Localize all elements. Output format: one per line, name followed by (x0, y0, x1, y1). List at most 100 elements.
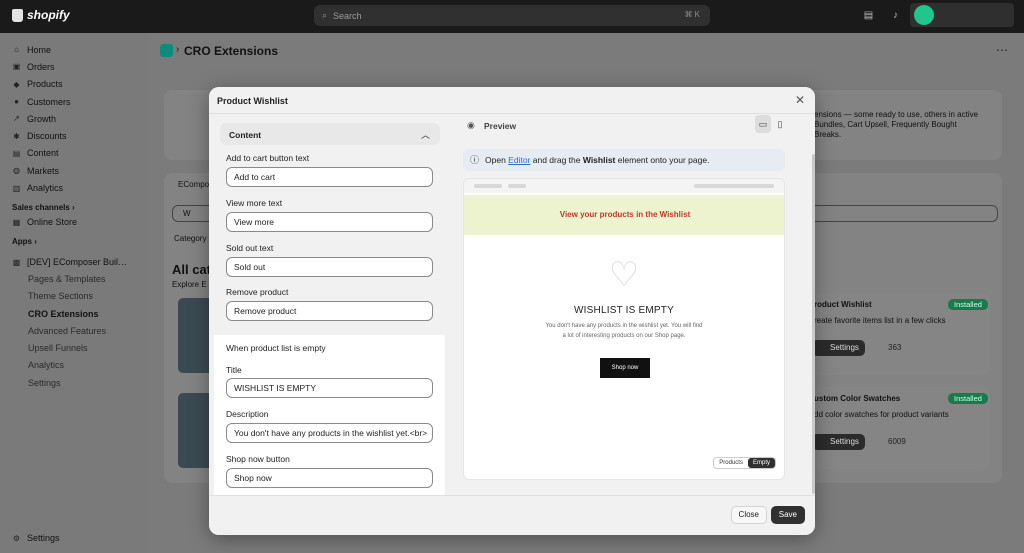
add-to-cart-label: Add to cart button text (226, 153, 310, 163)
sidebar-item-label: Orders (27, 61, 55, 72)
sidebar: ⌂ Home ▣ Orders ◆ Products ● Customers ↗ Grow… (0, 33, 148, 553)
sidebar-subitem-pages[interactable]: Pages & Templates (0, 271, 148, 288)
sidebar-item-discounts[interactable]: ✱ Discounts (0, 127, 148, 144)
wishlist-empty-preview: WISHLIST IS EMPTY You don't have any pro… (528, 293, 720, 388)
remove-product-input[interactable]: Remove product (226, 301, 433, 321)
gear-icon: ⚙ (12, 533, 21, 543)
sales-channels-heading[interactable]: Sales channels › (0, 197, 148, 214)
growth-icon: ↗ (13, 114, 20, 124)
sidebar-subitem-analytics[interactable]: Analytics (0, 357, 148, 374)
sidebar-item-label: Products (27, 79, 63, 90)
card-product-wishlist[interactable]: roduct Wishlist Installed reate favorite… (808, 293, 990, 375)
sidebar-subitem-cro-extensions[interactable]: CRO Extensions (0, 306, 148, 323)
sidebar-item-home[interactable]: ⌂ Home (0, 41, 148, 58)
info-suffix: element onto your page. (617, 155, 710, 165)
explore-text: Explore E (172, 280, 207, 289)
modal-header: Product Wishlist ✕ (209, 87, 815, 114)
sidebar-item-label: Content (27, 148, 59, 159)
modal-title: Product Wishlist (217, 96, 288, 106)
toggle-empty[interactable]: Empty (747, 458, 775, 468)
empty-description: You don't have any products in the wishl… (545, 323, 703, 339)
sidebar-subitem-theme-sections[interactable]: Theme Sections (0, 288, 148, 305)
shop-now-button[interactable]: Shop now (600, 358, 650, 378)
wishlist-banner: View your products in the Wishlist (464, 195, 784, 235)
sidebar-item-markets[interactable]: ◍ Markets (0, 162, 148, 179)
search-icon: ⌕ (322, 10, 328, 20)
app-icon: ▩ (12, 257, 21, 267)
page-title: CRO Extensions (184, 44, 279, 58)
install-count: 363 (888, 343, 902, 352)
mobile-icon[interactable]: ▯ (772, 115, 788, 133)
desktop-icon[interactable]: ▭ (755, 115, 771, 133)
top-bar: shopify ⌕ Search ⌘ K ▤ ♪ (0, 0, 1024, 33)
sidebar-item-content[interactable]: ▤ Content (0, 145, 148, 162)
empty-title: WISHLIST IS EMPTY (574, 305, 674, 316)
view-more-label: View more text (226, 198, 283, 208)
search-shortcut: ⌘ K (684, 10, 700, 19)
card-custom-color-swatches[interactable]: ustom Color Swatches Installed dd color … (808, 387, 990, 469)
sidebar-item-analytics[interactable]: ▥ Analytics (0, 179, 148, 196)
discounts-icon: ✱ (13, 131, 20, 141)
search-input[interactable]: ⌕ Search ⌘ K (314, 5, 710, 26)
browser-pill (694, 184, 774, 188)
customers-icon: ● (14, 97, 19, 107)
card-description: reate favorite items list in a few click… (814, 316, 946, 325)
tab-ecomposer[interactable]: ECompo (178, 180, 209, 190)
sidebar-app-ecomposer[interactable]: ▩ [DEV] EComposer Buil… (0, 254, 148, 271)
shopify-logo[interactable]: shopify (12, 8, 70, 22)
info-middle: and drag the (532, 155, 581, 165)
card-settings-button[interactable]: Settings (812, 434, 865, 450)
editor-link[interactable]: Editor (508, 155, 530, 165)
card-settings-button[interactable]: Settings (812, 340, 865, 356)
heart-icon: ♡ (608, 256, 640, 294)
content-section-toggle[interactable]: Content ︿ (220, 123, 440, 145)
empty-state-settings: When product list is empty Title WISHLIS… (214, 335, 445, 495)
browser-pill (508, 184, 526, 188)
info-prefix: Open (485, 155, 506, 165)
sidebar-subitem-advanced-features[interactable]: Advanced Features (0, 323, 148, 340)
shopify-bag-icon (12, 8, 23, 22)
sidebar-item-customers[interactable]: ● Customers (0, 93, 148, 110)
store-icon[interactable]: ▤ (863, 10, 874, 21)
title-label: Title (226, 365, 242, 375)
sidebar-item-orders[interactable]: ▣ Orders (0, 58, 148, 75)
title-input[interactable]: WISHLIST IS EMPTY (226, 378, 433, 398)
app-logo-icon (160, 44, 173, 57)
more-actions-icon[interactable]: ⋯ (996, 43, 1008, 57)
shop-now-input[interactable]: Shop now (226, 468, 433, 488)
sidebar-subitem-upsell-funnels[interactable]: Upsell Funnels (0, 340, 148, 357)
close-button[interactable]: Close (730, 506, 767, 524)
add-to-cart-input[interactable]: Add to cart (226, 167, 433, 187)
page-header: › CRO Extensions ⋯ (148, 33, 1024, 68)
sidebar-item-label: Online Store (27, 217, 78, 228)
account-menu[interactable] (910, 3, 1014, 27)
sold-out-input[interactable]: Sold out (226, 257, 433, 277)
sidebar-item-products[interactable]: ◆ Products (0, 76, 148, 93)
preview-scrollbar[interactable] (812, 154, 815, 494)
description-label: Description (226, 409, 269, 419)
info-bold: Wishlist (582, 155, 616, 165)
sidebar-settings[interactable]: ⚙ Settings (12, 533, 60, 543)
sidebar-item-online-store[interactable]: ▦ Online Store (0, 214, 148, 231)
sidebar-item-label: Growth (27, 113, 57, 124)
app-name: [DEV] EComposer Buil… (27, 257, 128, 268)
close-icon[interactable]: ✕ (795, 93, 805, 107)
category-filter[interactable]: Category (174, 234, 206, 244)
home-icon: ⌂ (14, 45, 19, 55)
content-icon: ▤ (12, 148, 21, 158)
toggle-products[interactable]: Products (714, 458, 748, 468)
browser-pill (474, 184, 502, 188)
frame-browser-bar (464, 179, 784, 193)
description-input[interactable]: You don't have any products in the wishl… (226, 423, 433, 443)
sidebar-item-label: Analytics (27, 183, 64, 194)
card-description: dd color swatches for product variants (814, 410, 949, 419)
sidebar-subitem-settings[interactable]: Settings (0, 375, 148, 392)
installed-badge: Installed (948, 299, 988, 310)
sidebar-item-label: Discounts (27, 131, 67, 142)
view-more-input[interactable]: View more (226, 212, 433, 232)
apps-heading[interactable]: Apps › (0, 231, 148, 248)
save-button[interactable]: Save (770, 506, 805, 524)
bell-icon[interactable]: ♪ (890, 10, 901, 21)
shop-now-label: Shop now button (226, 454, 290, 464)
sidebar-item-growth[interactable]: ↗ Growth (0, 110, 148, 127)
